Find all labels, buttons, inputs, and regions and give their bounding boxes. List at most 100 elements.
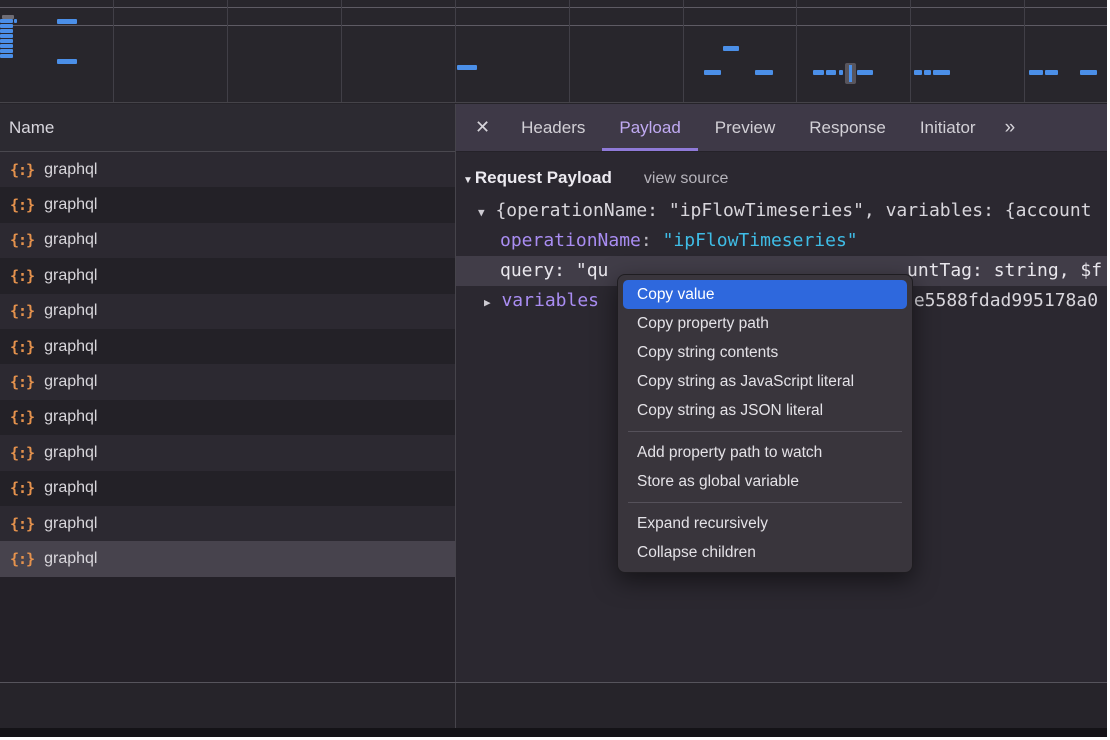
request-row[interactable]: {:} graphql — [0, 506, 455, 541]
request-name-label: graphql — [44, 550, 97, 568]
request-name-label: graphql — [44, 515, 97, 533]
payload-root-row[interactable]: ▼ {operationName: "ipFlowTimeseries", va… — [456, 196, 1107, 226]
menu-item-copy-value[interactable]: Copy value — [623, 280, 907, 309]
timeline-request-bar — [849, 65, 852, 82]
timeline-request-bar — [1080, 70, 1097, 75]
property-key: operationName — [500, 230, 641, 251]
timeline-gridline-horizontal — [0, 25, 1107, 26]
menu-item-add-property-path-to-watch[interactable]: Add property path to watch — [618, 438, 912, 467]
json-braces-icon: {:} — [10, 408, 34, 426]
request-row[interactable]: {:} graphql — [0, 541, 455, 576]
json-braces-icon: {:} — [10, 196, 34, 214]
request-row[interactable]: {:} graphql — [0, 152, 455, 187]
menu-item-collapse-children[interactable]: Collapse children — [618, 538, 912, 567]
panel-divider[interactable] — [455, 104, 456, 730]
json-braces-icon: {:} — [10, 550, 34, 568]
timeline-request-bar — [457, 65, 477, 70]
timeline-request-bar — [839, 70, 843, 75]
json-braces-icon: {:} — [10, 373, 34, 391]
name-column-header[interactable]: Name — [0, 104, 455, 152]
json-braces-icon: {:} — [10, 267, 34, 285]
menu-separator — [628, 502, 902, 503]
variables-expand-caret-icon[interactable]: ▶ — [484, 296, 491, 309]
timeline-gridline-vertical — [227, 0, 228, 103]
json-braces-icon: {:} — [10, 231, 34, 249]
tab-headers[interactable]: Headers — [504, 104, 602, 151]
json-braces-icon: {:} — [10, 515, 34, 533]
context-menu: Copy valueCopy property pathCopy string … — [617, 274, 913, 573]
timeline-gridline-vertical — [796, 0, 797, 103]
payload-operationname-row[interactable]: operationName: "ipFlowTimeseries" — [456, 226, 1107, 256]
more-tabs-chevron-icon[interactable]: » — [993, 104, 1026, 151]
timeline-request-bar — [704, 70, 721, 75]
timeline-request-bar — [0, 24, 13, 28]
timeline-gridline-horizontal — [0, 7, 1107, 8]
request-row[interactable]: {:} graphql — [0, 258, 455, 293]
request-name-label: graphql — [44, 338, 97, 356]
timeline-request-bar — [57, 19, 77, 24]
request-rows: {:} graphql {:} graphql {:} graphql {:} graphql… — [0, 152, 455, 577]
timeline-gridline-vertical — [1024, 0, 1025, 103]
json-braces-icon: {:} — [10, 479, 34, 497]
menu-item-copy-string-as-json-literal[interactable]: Copy string as JSON literal — [618, 396, 912, 425]
tab-payload[interactable]: Payload — [602, 104, 697, 151]
timeline-request-bar — [0, 49, 13, 53]
json-braces-icon: {:} — [10, 161, 34, 179]
menu-item-copy-property-path[interactable]: Copy property path — [618, 309, 912, 338]
timeline-request-bar — [0, 39, 13, 43]
timeline-request-bar — [0, 19, 13, 23]
request-row[interactable]: {:} graphql — [0, 223, 455, 258]
timeline-request-bar — [0, 44, 13, 48]
tabs-container: HeadersPayloadPreviewResponseInitiator — [504, 104, 992, 151]
timeline-gridline-vertical — [683, 0, 684, 103]
timeline-gridline-vertical — [113, 0, 114, 103]
json-braces-icon: {:} — [10, 444, 34, 462]
request-name-label: graphql — [44, 196, 97, 214]
tab-preview[interactable]: Preview — [698, 104, 792, 151]
requests-table: Name {:}graphql{:}graphql{:}graphql{:}gr… — [0, 104, 455, 682]
tab-response[interactable]: Response — [792, 104, 903, 151]
timeline-gridline-vertical — [341, 0, 342, 103]
timeline-request-bar — [0, 29, 13, 33]
timeline-request-bar — [826, 70, 836, 75]
request-name-label: graphql — [44, 373, 97, 391]
section-collapse-caret-icon[interactable]: ▼ — [463, 175, 473, 186]
timeline-request-bar — [755, 70, 773, 75]
request-row[interactable]: {:} graphql — [0, 435, 455, 470]
timeline-request-bar — [57, 59, 77, 64]
timeline-request-bar — [813, 70, 824, 75]
request-name-label: graphql — [44, 267, 97, 285]
timeline-request-bar — [1029, 70, 1043, 75]
request-row[interactable]: {:}graphql — [0, 329, 455, 364]
timeline-request-bar — [0, 34, 13, 38]
menu-item-expand-recursively[interactable]: Expand recursively — [618, 509, 912, 538]
request-row[interactable]: {:} graphql — [0, 471, 455, 506]
request-name-label: graphql — [44, 302, 97, 320]
view-source-link[interactable]: view source — [644, 170, 728, 188]
request-row[interactable]: {:}graphql — [0, 400, 455, 435]
property-key: variables — [501, 290, 599, 311]
request-name-label: graphql — [44, 161, 97, 179]
menu-item-store-as-global-variable[interactable]: Store as global variable — [618, 467, 912, 496]
menu-item-copy-string-as-javascript-literal[interactable]: Copy string as JavaScript literal — [618, 367, 912, 396]
devtools-network-panel: Name {:}graphql{:}graphql{:}graphql{:}gr… — [0, 0, 1107, 737]
request-row[interactable]: {:} graphql — [0, 187, 455, 222]
query-row-left-text: query: "qu — [500, 260, 608, 281]
request-row[interactable]: {:}graphql — [0, 294, 455, 329]
timeline-request-bar — [857, 70, 873, 75]
timeline-request-bar — [0, 54, 13, 58]
property-colon: : — [641, 230, 663, 251]
tab-initiator[interactable]: Initiator — [903, 104, 993, 151]
network-overview-timeline[interactable] — [0, 0, 1107, 103]
timeline-gridline-vertical — [910, 0, 911, 103]
request-name-label: graphql — [44, 231, 97, 249]
timeline-request-bar — [914, 70, 922, 75]
variables-row-right-text: ee5588fdad995178a0 — [903, 286, 1098, 316]
close-icon[interactable]: ✕ — [456, 104, 504, 151]
request-name-label: graphql — [44, 444, 97, 462]
root-collapse-caret-icon[interactable]: ▼ — [478, 206, 485, 219]
menu-item-copy-string-contents[interactable]: Copy string contents — [618, 338, 912, 367]
request-row[interactable]: {:} graphql — [0, 364, 455, 399]
request-name-label: graphql — [44, 479, 97, 497]
property-value-string: "ipFlowTimeseries" — [663, 230, 858, 251]
